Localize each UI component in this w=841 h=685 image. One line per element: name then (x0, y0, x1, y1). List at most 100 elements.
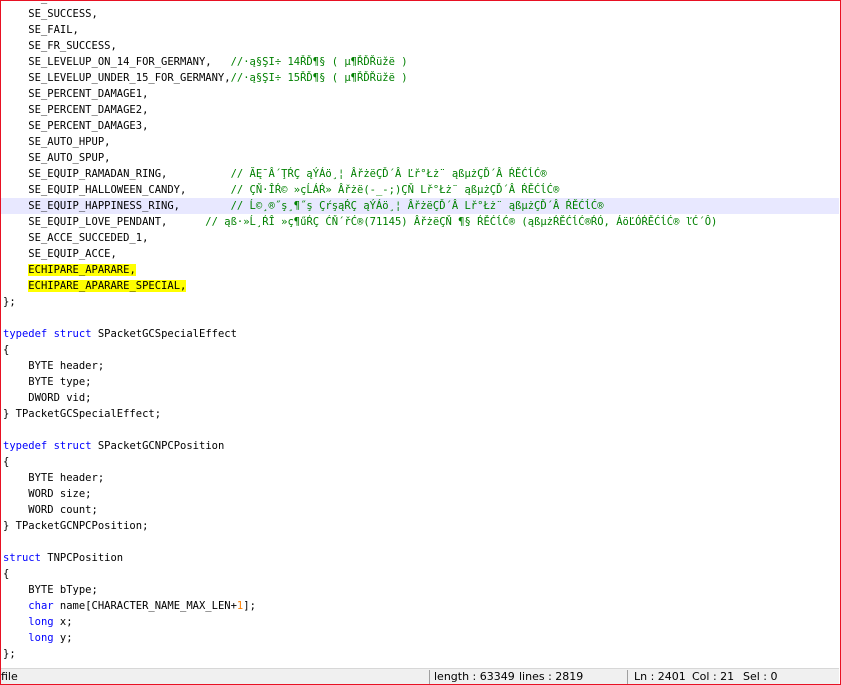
code-line[interactable]: SE_FR_SUCCESS, (1, 38, 839, 54)
code-line-text: SE_LEVELUP_UNDER_15_FOR_GERMANY,//·ą§ŞI÷… (3, 70, 408, 86)
code-line[interactable]: SE_LEVELUP_ON_14_FOR_GERMANY, //·ą§ŞI÷ 1… (1, 54, 839, 70)
code-line-text: SE_EQUIP_HALLOWEEN_CANDY, // ÇŇ·ÎŔ© »çĹÁ… (3, 182, 559, 198)
code-token: }; (3, 648, 16, 660)
code-line[interactable]: SE_FAIL, (1, 22, 839, 38)
code-token: { (3, 344, 10, 356)
code-line[interactable] (1, 662, 839, 665)
code-keyword: typedef (3, 440, 48, 452)
code-keyword: struct (53, 440, 92, 452)
code-line[interactable]: { (1, 454, 839, 470)
status-separator (627, 670, 628, 684)
code-line[interactable]: SE_EQUIP_RAMADAN_RING, // ĂĘ¯Â´ŢŔÇ ąÝÁö¸… (1, 166, 839, 182)
code-line-text: ECHIPARE_APARARE_SPECIAL, (3, 278, 187, 294)
code-line[interactable]: char name[CHARACTER_NAME_MAX_LEN+1]; (1, 598, 839, 614)
code-line[interactable]: SE_SUCCESS, (1, 6, 839, 22)
code-line-text: SE_PERCENT_DAMAGE3, (3, 118, 148, 134)
code-token: SPacketGCNPCPosition (91, 440, 225, 452)
status-column: Col : 21 (692, 670, 735, 683)
code-line[interactable]: SE_EQUIP_ACCE, (1, 246, 839, 262)
code-line[interactable]: { (1, 566, 839, 582)
code-line[interactable]: } TPacketGCSpecialEffect; (1, 406, 839, 422)
code-comment: //·ą§ŞI÷ 15ŘĎ¶§ ( µ¶ŘĎŘüžë ) (230, 72, 408, 84)
code-token: BYTE header; (3, 360, 105, 372)
code-line[interactable] (1, 422, 839, 438)
code-token: WORD size; (3, 488, 92, 500)
code-token: SE_EQUIP_HALLOWEEN_CANDY, (3, 184, 231, 196)
code-token: SE_ACCE_SUCCEDED_1, (3, 232, 149, 244)
code-line-text: }; (3, 294, 16, 310)
code-line-text: SE_EQUIP_RAMADAN_RING, // ĂĘ¯Â´ŢŔÇ ąÝÁö¸… (3, 166, 547, 182)
code-token: SE_LEVELUP_ON_14_FOR_GERMANY, (3, 56, 231, 68)
code-comment: // ĂĘ¯Â´ŢŔÇ ąÝÁö¸¦ ÂřżëÇĎ´Â Ľř°Łż¨ ąßµżÇ… (230, 168, 547, 180)
code-line-text: long y; (3, 630, 73, 646)
code-line-text: SE_AUTO_SPUP, (3, 150, 110, 166)
code-token: { (3, 568, 10, 580)
code-token: BYTE type; (3, 376, 92, 388)
code-line[interactable]: SE_PERCENT_DAMAGE2, (1, 102, 839, 118)
code-line[interactable]: struct TNPCPosition (1, 550, 839, 566)
code-line[interactable]: }; (1, 294, 839, 310)
code-editor[interactable]: SE_ SE_SUCCESS, SE_FAIL, SE_FR_SUCCESS, … (1, 1, 839, 665)
code-token: TNPCPosition (40, 552, 124, 564)
code-line-text: long x; (3, 614, 72, 630)
code-line[interactable]: SE_LEVELUP_UNDER_15_FOR_GERMANY,//·ą§ŞI÷… (1, 70, 839, 86)
code-token: } TPacketGCSpecialEffect; (3, 408, 162, 420)
code-line[interactable]: DWORD vid; (1, 390, 839, 406)
code-line-text: SE_FAIL, (3, 22, 79, 38)
code-token: SPacketGCSpecialEffect (91, 328, 237, 340)
code-line[interactable]: BYTE bType; (1, 582, 839, 598)
code-line[interactable]: SE_AUTO_SPUP, (1, 150, 839, 166)
code-token: { (3, 456, 10, 468)
code-line[interactable]: SE_PERCENT_DAMAGE1, (1, 86, 839, 102)
code-line[interactable]: long y; (1, 630, 839, 646)
code-token: SE_PERCENT_DAMAGE1, (3, 88, 149, 100)
code-line[interactable]: typedef struct SPacketGCSpecialEffect (1, 326, 839, 342)
code-line[interactable]: SE_EQUIP_HALLOWEEN_CANDY, // ÇŇ·ÎŔ© »çĹÁ… (1, 182, 839, 198)
code-line[interactable]: SE_EQUIP_HAPPINESS_RING, // Ĺ©¸®˝ş¸¶˝ş Ç… (1, 198, 839, 214)
code-line[interactable]: WORD count; (1, 502, 839, 518)
code-token: SE_PERCENT_DAMAGE2, (3, 104, 149, 116)
code-token: SE_AUTO_SPUP, (3, 152, 111, 164)
code-line[interactable]: ECHIPARE_APARARE_SPECIAL, (1, 278, 839, 294)
code-token: name[CHARACTER_NAME_MAX_LEN+ (53, 600, 237, 612)
code-line[interactable]: BYTE header; (1, 358, 839, 374)
code-line-text: BYTE header; (3, 358, 104, 374)
code-token: y; (53, 632, 73, 644)
code-line-text: ECHIPARE_APARARE, (3, 262, 136, 278)
code-line[interactable]: SE_EQUIP_LOVE_PENDANT, // ąß·»Ĺ¸ŔÎ »ç¶űŔ… (1, 214, 839, 230)
code-line[interactable]: SE_ACCE_SUCCEDED_1, (1, 230, 839, 246)
code-line-text: SE_EQUIP_HAPPINESS_RING, // Ĺ©¸®˝ş¸¶˝ş Ç… (3, 198, 603, 214)
code-line[interactable]: BYTE type; (1, 374, 839, 390)
code-line[interactable]: BYTE header; (1, 470, 839, 486)
code-line-text: SE_ACCE_SUCCEDED_1, (3, 230, 148, 246)
status-lines: lines : 2819 (519, 670, 584, 683)
code-line[interactable]: }; (1, 646, 839, 662)
code-line[interactable] (1, 534, 839, 550)
code-line-text: typedef struct SPacketGCSpecialEffect (3, 326, 237, 342)
status-separator (429, 670, 430, 684)
code-line[interactable]: { (1, 342, 839, 358)
code-token: SE_EQUIP_LOVE_PENDANT, (3, 216, 206, 228)
code-line[interactable]: long x; (1, 614, 839, 630)
code-line[interactable] (1, 310, 839, 326)
status-selection: Sel : 0 (743, 670, 778, 683)
code-token: }; (3, 296, 16, 308)
code-line-text: SE_SUCCESS, (3, 6, 98, 22)
code-token: SE_SUCCESS, (3, 8, 98, 20)
status-file-type: file (1, 670, 18, 683)
code-line-text: }; (3, 646, 16, 662)
code-line[interactable]: SE_AUTO_HPUP, (1, 134, 839, 150)
code-highlighted-token: ECHIPARE_APARARE, (28, 264, 136, 276)
code-line[interactable]: ECHIPARE_APARARE, (1, 262, 839, 278)
code-token: SE_AUTO_HPUP, (3, 136, 111, 148)
code-line[interactable]: SE_PERCENT_DAMAGE3, (1, 118, 839, 134)
code-token: SE_EQUIP_HAPPINESS_RING, (3, 200, 231, 212)
code-keyword: struct (53, 328, 92, 340)
code-line[interactable]: typedef struct SPacketGCNPCPosition (1, 438, 839, 454)
code-token: BYTE header; (3, 472, 105, 484)
code-line-text: SE_EQUIP_ACCE, (3, 246, 117, 262)
code-line[interactable]: WORD size; (1, 486, 839, 502)
code-line[interactable]: } TPacketGCNPCPosition; (1, 518, 839, 534)
